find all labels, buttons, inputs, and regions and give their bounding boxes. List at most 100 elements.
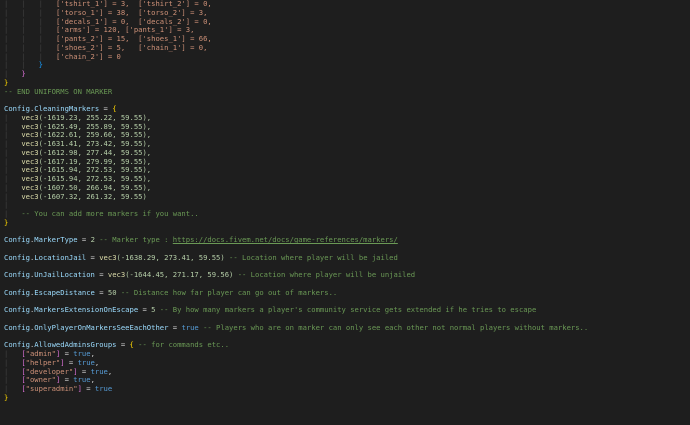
code-token: (-1607.32, 261.32, 59.55) bbox=[38, 191, 147, 201]
indent-guide: | bbox=[4, 165, 22, 175]
indent-guide: | bbox=[4, 139, 22, 148]
code-token: = bbox=[64, 357, 78, 367]
code-line[interactable]: | | } bbox=[0, 60, 690, 70]
indent-guide: | bbox=[4, 384, 22, 393]
code-token: , bbox=[94, 357, 100, 367]
indent-guide: | | | bbox=[4, 34, 56, 43]
code-token: = bbox=[77, 235, 91, 245]
indent-guide: | bbox=[4, 121, 22, 131]
code-token: "helper" bbox=[25, 357, 61, 367]
code-token: -- Location where player will be jailed bbox=[224, 252, 398, 262]
code-token: ['pants_2'] = 15, ['shoes_1'] = 66, bbox=[55, 34, 212, 43]
code-token: true bbox=[90, 366, 108, 376]
code-token: , bbox=[90, 375, 95, 385]
code-line[interactable]: | ["superadmin"] = true bbox=[0, 384, 690, 394]
code-line[interactable]: | ["developer"] = true, bbox=[0, 366, 690, 377]
code-token: vec3 bbox=[21, 147, 39, 157]
code-token: UnJailLocation bbox=[34, 270, 95, 280]
indent-guide: | bbox=[4, 182, 22, 192]
code-token: (-1615.94, 272.53, 59.55), bbox=[38, 165, 152, 175]
code-token: (-1617.19, 279.99, 59.55), bbox=[38, 156, 152, 166]
code-token: } bbox=[4, 217, 9, 227]
code-token: = bbox=[60, 375, 74, 385]
code-token: true bbox=[73, 349, 91, 358]
code-line[interactable]: -- END UNIFORMS ON MARKER bbox=[0, 86, 690, 97]
code-token: vec3 bbox=[21, 112, 39, 122]
code-line[interactable]: | } bbox=[0, 69, 690, 79]
code-token: = bbox=[138, 305, 152, 315]
code-token: ['chain_2'] = 0 bbox=[55, 51, 121, 61]
code-token: vec3 bbox=[21, 121, 39, 131]
code-token: } bbox=[4, 392, 9, 402]
code-token: (-1644.45, 271.17, 59.56) bbox=[125, 270, 234, 280]
code-token: (-1625.49, 255.89, 59.55), bbox=[38, 121, 152, 131]
code-token: -- Distance how far player can go out of… bbox=[116, 287, 338, 297]
code-token: ['torso_1'] = 38, ['torso_2'] = 3, bbox=[55, 7, 208, 17]
code-token: = bbox=[94, 287, 108, 297]
code-line[interactable]: | ["admin"] = true, bbox=[0, 349, 690, 359]
code-token: (-1612.98, 277.44, 59.55), bbox=[38, 147, 152, 157]
indent-guide: | | bbox=[4, 60, 39, 70]
indent-guide: | bbox=[4, 191, 22, 201]
code-token: -- You can add more markers if you want.… bbox=[21, 209, 199, 218]
code-token: ['decals_1'] = 0, ['decals_2'] = 0, bbox=[55, 16, 212, 26]
code-line[interactable]: Config.EscapeDistance = 50 -- Distance h… bbox=[0, 287, 690, 298]
code-token: (-1631.41, 273.42, 59.55), bbox=[38, 139, 152, 148]
indent-guide: | | | bbox=[4, 51, 56, 61]
code-token: -- By how many markers a player's commun… bbox=[155, 305, 537, 315]
code-token: CleaningMarkers bbox=[34, 104, 100, 113]
code-token: 50 bbox=[107, 287, 117, 297]
code-token[interactable]: https://docs.fivem.net/docs/game-referen… bbox=[173, 235, 398, 244]
code-token: ['shoes_2'] = 5, ['chain_1'] = 0, bbox=[55, 42, 208, 52]
indent-guide: | bbox=[4, 209, 22, 218]
code-token: = bbox=[60, 349, 74, 358]
code-token: Config bbox=[4, 340, 30, 350]
code-editor[interactable]: | | | ['tshirt_1'] = 3, ['tshirt_2'] = 0… bbox=[0, 0, 690, 425]
code-line[interactable]: Config.UnJailLocation = vec3(-1644.45, 2… bbox=[0, 270, 690, 280]
code-token: -- Location where player will be unjaile… bbox=[233, 270, 416, 280]
code-line[interactable]: Config.AllowedAdminsGroups = { -- for co… bbox=[0, 340, 690, 350]
code-token: -- Marker type : bbox=[94, 235, 173, 245]
code-token: = bbox=[77, 366, 91, 376]
code-line[interactable]: | vec3(-1607.32, 261.32, 59.55) bbox=[0, 191, 690, 202]
code-token: ['arms'] = 120, ['pants_1'] = 3, bbox=[55, 25, 195, 35]
code-line[interactable]: Config.LocationJail = vec3(-1638.29, 273… bbox=[0, 252, 690, 263]
indent-guide: | bbox=[4, 349, 22, 358]
code-token: vec3 bbox=[21, 139, 39, 148]
indent-guide: | bbox=[4, 112, 22, 122]
code-token: -- END UNIFORMS ON MARKER bbox=[4, 86, 113, 96]
code-token: , bbox=[107, 366, 113, 376]
code-token: AllowedAdminsGroups bbox=[34, 340, 117, 350]
code-token: } bbox=[21, 69, 26, 78]
code-token: } bbox=[4, 77, 9, 87]
code-token: } bbox=[38, 60, 43, 70]
code-token: EscapeDistance bbox=[34, 287, 95, 297]
code-line[interactable]: } bbox=[0, 392, 690, 403]
code-token: Config bbox=[4, 252, 30, 262]
code-token: MarkersExtensionOnEscape bbox=[34, 305, 139, 315]
code-token: -- for commands etc.. bbox=[133, 340, 230, 350]
code-token: vec3 bbox=[21, 156, 39, 166]
code-token: "superadmin" bbox=[25, 384, 78, 393]
code-token: = bbox=[168, 322, 182, 332]
code-token: vec3 bbox=[99, 252, 117, 262]
code-token: true bbox=[181, 322, 199, 332]
indent-guide: | bbox=[4, 357, 22, 367]
code-token: vec3 bbox=[21, 130, 39, 140]
code-line[interactable]: Config.OnlyPlayerOnMarkersSeeEachOther =… bbox=[0, 322, 690, 333]
code-token: (-1638.29, 273.41, 59.55) bbox=[116, 252, 225, 262]
code-token: "developer" bbox=[25, 366, 74, 376]
code-token: = bbox=[94, 270, 108, 280]
code-line[interactable]: | | | ['chain_2'] = 0 bbox=[0, 51, 690, 62]
code-line[interactable]: Config.MarkersExtensionOnEscape = 5 -- B… bbox=[0, 305, 690, 315]
code-token: (-1607.50, 266.94, 59.55), bbox=[38, 182, 152, 192]
code-line[interactable]: Config.MarkerType = 2 -- Marker type : h… bbox=[0, 235, 690, 245]
code-token: (-1615.94, 272.53, 59.55), bbox=[38, 174, 152, 183]
code-line[interactable]: | -- You can add more markers if you wan… bbox=[0, 209, 690, 219]
indent-guide: | bbox=[4, 130, 22, 140]
indent-guide: | | | bbox=[4, 16, 56, 26]
code-token: , bbox=[90, 349, 95, 358]
code-line[interactable]: } bbox=[0, 217, 690, 228]
code-token: vec3 bbox=[107, 270, 126, 280]
code-token: = bbox=[81, 384, 95, 393]
